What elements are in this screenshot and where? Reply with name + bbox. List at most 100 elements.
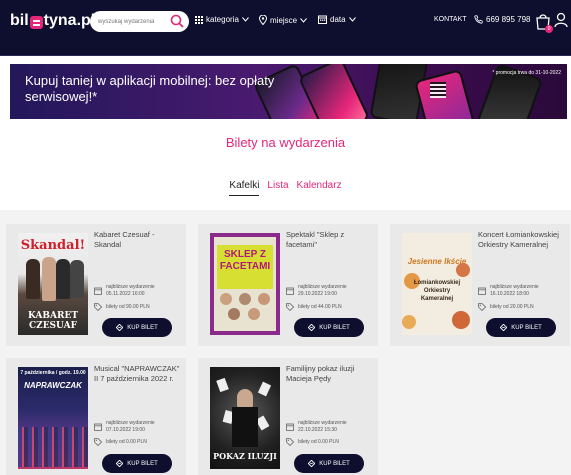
page-title: Bilety na wydarzenia xyxy=(225,135,346,150)
banner-promo-note: * promocja trwa do 31-10-2022 xyxy=(492,70,561,76)
event-next-date: najbliższe wydarzenie 05.11.2022 16:00 xyxy=(106,284,186,298)
banner-headline: Kupuj taniej w aplikacji mobilnej: bez o… xyxy=(25,73,275,104)
poster-top-text: Skandal! xyxy=(20,238,86,253)
app-promo-banner[interactable]: Kupuj taniej w aplikacji mobilnej: bez o… xyxy=(10,64,567,119)
event-poster-image: SKLEP Z FACETAMI xyxy=(210,233,280,335)
next-event-label: najbliższe wydarzenie xyxy=(106,420,155,426)
event-card[interactable]: Jesienne Ikście Łomiankowskiej Orkiestry… xyxy=(390,224,570,346)
ticket-icon xyxy=(116,324,124,331)
buy-ticket-button[interactable]: KUP BILET xyxy=(486,318,556,337)
event-date: 16.10.2022 18:00 xyxy=(490,291,529,297)
event-date: 05.11.2022 16:00 xyxy=(106,291,145,297)
search-icon[interactable] xyxy=(170,14,184,28)
phone-icon xyxy=(474,15,483,24)
event-poster-image: POKAZ ILUZJI xyxy=(210,367,280,469)
calendar-icon xyxy=(318,15,327,24)
poster-bottom-text: KABARET CZESUAF xyxy=(27,311,79,331)
nav-miejsce-label: miejsce xyxy=(270,15,298,25)
event-poster-image: 7 października / godz. 19.00 NAPRAWCZAK xyxy=(18,367,88,469)
event-next-date: najbliższe wydarzenie 16.10.2022 18:00 xyxy=(490,284,570,298)
ticket-icon xyxy=(500,324,508,331)
search-input[interactable] xyxy=(98,18,166,25)
search-box xyxy=(90,11,189,32)
event-next-date: najbliższe wydarzenie 29.10.2022 19:00 xyxy=(298,284,378,298)
next-event-label: najbliższe wydarzenie xyxy=(298,420,347,426)
poster-bottom-text: POKAZ ILUZJI xyxy=(213,451,277,461)
event-card[interactable]: 7 października / godz. 19.00 NAPRAWCZAK … xyxy=(6,358,186,475)
view-tabs: Kafelki Lista Kalendarz xyxy=(0,180,571,196)
tab-lista[interactable]: Lista xyxy=(267,180,288,196)
event-price: bilety od 0.00 PLN xyxy=(106,439,147,445)
buy-ticket-label: KUP BILET xyxy=(319,460,350,467)
buy-ticket-button[interactable]: KUP BILET xyxy=(102,454,172,473)
tab-kafelki[interactable]: Kafelki xyxy=(229,180,260,196)
poster-top-text: Jesienne Ikście xyxy=(407,257,467,266)
buy-ticket-label: KUP BILET xyxy=(511,324,542,331)
event-price: bilety od 0.00 PLN xyxy=(298,439,339,445)
user-icon[interactable] xyxy=(554,12,568,28)
next-event-label: najbliższe wydarzenie xyxy=(490,284,539,290)
buy-ticket-button[interactable]: KUP BILET xyxy=(102,318,172,337)
price-tag-icon xyxy=(94,303,102,311)
logo[interactable]: bil tyna.pl xyxy=(10,12,95,30)
event-date: 29.10.2022 19:00 xyxy=(298,291,337,297)
event-date: 22.10.2022 15:30 xyxy=(298,427,337,433)
qr-code-image xyxy=(430,82,446,98)
buy-ticket-label: KUP BILET xyxy=(127,324,158,331)
event-title[interactable]: Familijny pokaz iluzji Macieja Pędy xyxy=(286,364,374,384)
event-next-date: najbliższe wydarzenie 22.10.2022 15:30 xyxy=(298,420,378,434)
ticket-icon xyxy=(116,460,124,467)
event-title[interactable]: Spektakl "Sklep z facetami" xyxy=(286,230,374,250)
site-header: bil tyna.pl kategoria miejsce data xyxy=(0,0,571,56)
event-price: bilety od 20.00 PLN xyxy=(490,304,534,310)
ticket-icon xyxy=(308,324,316,331)
calendar-icon xyxy=(286,423,294,431)
chevron-down-icon xyxy=(348,17,356,22)
buy-ticket-button[interactable]: KUP BILET xyxy=(294,454,364,473)
event-price: bilety od 44.00 PLN xyxy=(298,304,342,310)
poster-bottom-text: NAPRAWCZAK xyxy=(24,381,82,390)
buy-ticket-label: KUP BILET xyxy=(319,324,350,331)
buy-ticket-button[interactable]: KUP BILET xyxy=(294,318,364,337)
chevron-down-icon xyxy=(242,17,249,22)
poster-top-text: SKLEP Z FACETAMI xyxy=(219,249,271,272)
buy-ticket-label: KUP BILET xyxy=(127,460,158,467)
tab-kalendarz[interactable]: Kalendarz xyxy=(297,180,342,196)
ticket-icon xyxy=(308,460,316,467)
event-next-date: najbliższe wydarzenie 07.10.2022 19:00 xyxy=(106,420,186,434)
event-poster-image: Jesienne Ikście Łomiankowskiej Orkiestry… xyxy=(402,233,472,335)
calendar-icon xyxy=(478,287,486,295)
calendar-icon xyxy=(94,287,102,295)
event-poster-image: Skandal! KABARET CZESUAF xyxy=(18,233,88,335)
logo-text-left: bil xyxy=(10,12,29,29)
chevron-down-icon xyxy=(300,17,308,23)
calendar-icon xyxy=(286,287,294,295)
event-card[interactable]: SKLEP Z FACETAMI Spektakl "Sklep z facet… xyxy=(198,224,378,346)
kontakt-link[interactable]: KONTAKT xyxy=(434,16,467,23)
poster-bottom-text: Łomiankowskiej Orkiestry Kameralnej xyxy=(413,280,461,302)
grid-icon xyxy=(195,15,203,24)
event-price: bilety od 90.00 PLN xyxy=(106,304,150,310)
logo-text-right: tyna.pl xyxy=(43,12,96,29)
phone-link[interactable]: 669 895 798 xyxy=(474,15,531,24)
next-event-label: najbliższe wydarzenie xyxy=(298,284,347,290)
next-event-label: najbliższe wydarzenie xyxy=(106,284,155,290)
event-title[interactable]: Musical "NAPRAWCZAK" II 7 października 2… xyxy=(94,364,182,384)
calendar-icon xyxy=(94,423,102,431)
nav-miejsce[interactable]: miejsce xyxy=(259,15,310,25)
price-tag-icon xyxy=(286,438,294,446)
cart-count-badge: 0 xyxy=(545,25,553,33)
price-tag-icon xyxy=(478,303,486,311)
nav-data[interactable]: data xyxy=(318,15,359,24)
event-date: 07.10.2022 19:00 xyxy=(106,427,145,433)
nav-kategoria[interactable]: kategoria xyxy=(195,15,252,24)
nav-data-label: data xyxy=(330,15,346,24)
poster-top-text: 7 października / godz. 19.00 xyxy=(20,370,86,376)
event-title[interactable]: Koncert Łomiankowskiej Orkiestry Kameral… xyxy=(478,230,566,250)
event-card[interactable]: Skandal! KABARET CZESUAF Kabaret Czesuaf… xyxy=(6,224,186,346)
price-tag-icon xyxy=(286,303,294,311)
event-card[interactable]: POKAZ ILUZJI Familijny pokaz iluzji Maci… xyxy=(198,358,378,475)
phone-number: 669 895 798 xyxy=(486,15,531,24)
event-title[interactable]: Kabaret Czesuaf - Skandal xyxy=(94,230,182,250)
nav-kategoria-label: kategoria xyxy=(206,15,239,24)
